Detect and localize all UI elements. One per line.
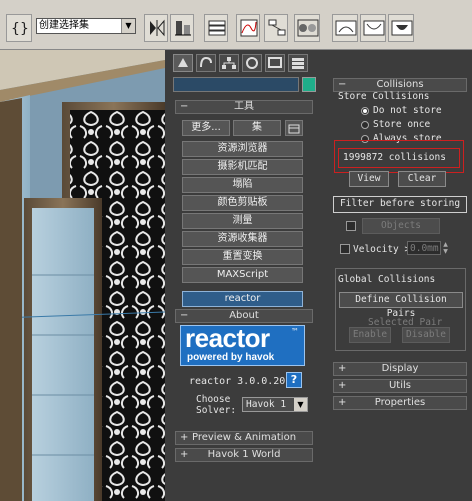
velocity-label: Velocity > <box>353 244 411 255</box>
tool-button[interactable]: 塌陷 <box>182 177 303 193</box>
tool-button[interactable]: 颜色剪贴板 <box>182 195 303 211</box>
collision-count-text: 1999872 collisions <box>343 152 446 163</box>
svg-text:}: } <box>20 21 29 37</box>
spinner-arrows-icon[interactable]: ▲ ▼ <box>442 241 449 255</box>
svg-text:{: { <box>11 21 20 37</box>
version-label: reactor 3.0.0.20 <box>189 376 286 387</box>
render-setup-icon[interactable] <box>332 14 358 42</box>
tools-rollout-title: 工具 <box>234 101 254 112</box>
object-color-swatch[interactable] <box>302 77 316 92</box>
chevron-down-icon[interactable]: ▼ <box>294 398 307 411</box>
preview-animation-title: Preview & Animation <box>191 432 297 443</box>
align-icon[interactable] <box>170 14 194 42</box>
store-option-radio[interactable] <box>361 107 369 115</box>
tool-button[interactable]: MAXScript <box>182 267 303 283</box>
define-collision-pairs-button[interactable]: Define Collision Pairs <box>339 292 463 319</box>
velocity-checkbox[interactable] <box>340 244 350 254</box>
havok-world-title: Havok 1 World <box>207 449 281 460</box>
about-rollout-header[interactable]: − About <box>175 309 313 323</box>
schematic-icon[interactable] <box>264 14 288 42</box>
about-rollout-title: About <box>229 310 259 321</box>
material-editor-icon[interactable] <box>294 14 320 42</box>
curly-brace-icon[interactable]: {} <box>6 14 32 42</box>
tool-button[interactable]: reactor <box>182 291 303 307</box>
objects-checkbox[interactable] <box>346 221 356 231</box>
preview-animation-rollout-header[interactable]: + Preview & Animation <box>175 431 313 445</box>
objects-button[interactable]: Objects <box>362 218 440 234</box>
utilities-tab-icon[interactable] <box>288 54 308 72</box>
tool-button[interactable]: 摄影机匹配 <box>182 159 303 175</box>
store-option-label: Store once <box>373 119 431 130</box>
solver-value: Havok 1 <box>246 399 287 410</box>
tool-button[interactable]: 测量 <box>182 213 303 229</box>
display-rollout-header[interactable]: + Display <box>333 362 467 376</box>
sets-button[interactable]: 集 <box>233 120 281 136</box>
havok-world-rollout-header[interactable]: + Havok 1 World <box>175 448 313 462</box>
solver-label: Solver: <box>196 405 237 416</box>
display-tab-icon[interactable] <box>265 54 285 72</box>
main-toolbar: {} 创建选择集 ▼ <box>0 0 472 50</box>
reactor-logo: reactor ™ powered by havok <box>180 323 305 366</box>
clear-button[interactable]: Clear <box>398 171 446 187</box>
help-button[interactable]: ? <box>286 372 302 388</box>
logo-tm-text: ™ <box>291 327 299 336</box>
logo-reactor-text: reactor <box>185 323 270 353</box>
configure-button-sets-icon[interactable] <box>285 120 303 136</box>
mirror-icon[interactable] <box>144 14 168 42</box>
view-button[interactable]: View <box>349 171 389 187</box>
properties-rollout-header[interactable]: + Properties <box>333 396 467 410</box>
collisions-rollout-header[interactable]: − Collisions <box>333 78 467 92</box>
velocity-spinner-field[interactable]: 0.0mm <box>407 241 441 255</box>
tools-rollout-header[interactable]: − 工具 <box>175 100 313 114</box>
render-frame-icon[interactable] <box>360 14 386 42</box>
named-selection-set-dropdown[interactable]: 创建选择集 ▼ <box>36 18 136 34</box>
hierarchy-tab-icon[interactable] <box>219 54 239 72</box>
layer-icon[interactable] <box>204 14 228 42</box>
properties-rollout-title: Properties <box>374 397 426 408</box>
scene-render <box>0 50 165 501</box>
collision-count-box: 1999872 collisions <box>338 148 460 168</box>
collisions-rollout-title: Collisions <box>376 79 424 90</box>
motion-tab-icon[interactable] <box>242 54 262 72</box>
velocity-value: 0.0mm <box>410 243 439 254</box>
tool-button[interactable]: 资源浏览器 <box>182 141 303 157</box>
solver-dropdown[interactable]: Havok 1 ▼ <box>242 397 308 412</box>
chevron-down-icon[interactable]: ▼ <box>121 19 135 33</box>
disable-button[interactable]: Disable <box>402 327 450 343</box>
store-option-radio[interactable] <box>361 121 369 129</box>
named-selection-set-value: 创建选择集 <box>39 20 89 31</box>
tool-button[interactable]: 重置变换 <box>182 249 303 265</box>
choose-solver-label: Choose <box>196 394 231 405</box>
object-name-field[interactable] <box>173 77 299 92</box>
logo-powered-by-text: powered by havok <box>187 352 275 363</box>
utils-rollout-header[interactable]: + Utils <box>333 379 467 393</box>
enable-button[interactable]: Enable <box>349 327 391 343</box>
store-option-label: Do not store <box>373 105 442 116</box>
quick-render-icon[interactable] <box>388 14 414 42</box>
more-button[interactable]: 更多... <box>182 120 230 136</box>
store-collisions-group-label: Store Collisions <box>338 91 430 102</box>
utils-rollout-title: Utils <box>388 380 411 391</box>
create-tab-icon[interactable] <box>173 54 193 72</box>
curve-editor-icon[interactable] <box>236 14 260 42</box>
global-collisions-label: Global Collisions <box>338 274 436 285</box>
perspective-viewport[interactable] <box>0 50 165 501</box>
filter-before-storing-button[interactable]: Filter before storing <box>333 196 467 213</box>
modify-tab-icon[interactable] <box>196 54 216 72</box>
command-panel: − 工具 更多... 集 资源浏览器摄影机匹配塌陷颜色剪贴板测量资源收集器重置变… <box>165 50 328 501</box>
display-rollout-title: Display <box>381 363 419 374</box>
tool-button[interactable]: 资源收集器 <box>182 231 303 247</box>
